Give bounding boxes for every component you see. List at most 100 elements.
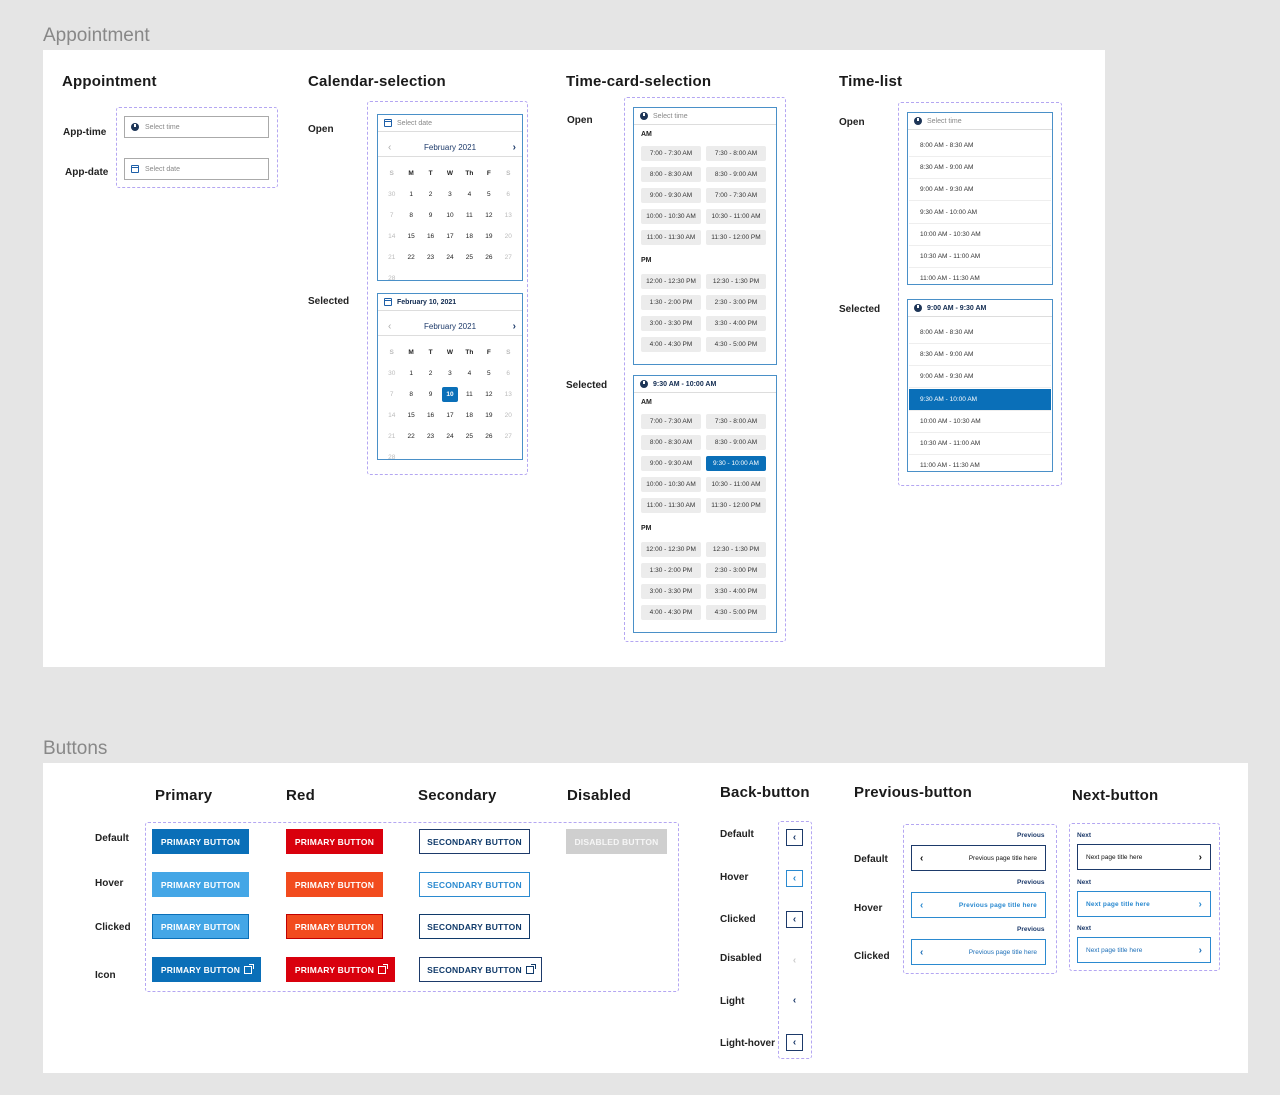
- calendar-day[interactable]: 21: [382, 254, 401, 261]
- calendar-day[interactable]: 7: [382, 391, 401, 398]
- time-slot-chip[interactable]: 11:00 - 11:30 AM: [641, 230, 701, 245]
- back-button-hover[interactable]: ‹: [786, 870, 803, 887]
- calendar-day[interactable]: 24: [440, 433, 459, 440]
- previous-button-clicked[interactable]: ‹ Previous page title here: [911, 939, 1046, 965]
- time-slot-chip[interactable]: 9:00 - 9:30 AM: [641, 456, 701, 471]
- next-month-icon[interactable]: ›: [513, 321, 516, 332]
- calendar-selected-input[interactable]: February 10, 2021: [378, 294, 522, 311]
- time-slot-chip[interactable]: 7:00 - 7:30 AM: [641, 414, 701, 429]
- calendar-day[interactable]: 6: [499, 370, 518, 377]
- secondary-button-default[interactable]: SECONDARY BUTTON: [419, 829, 530, 854]
- time-slot-chip[interactable]: 3:00 - 3:30 PM: [641, 316, 701, 331]
- calendar-open-input[interactable]: Select date: [378, 115, 522, 132]
- time-slot-chip[interactable]: 11:30 - 12:00 PM: [706, 498, 766, 513]
- time-list-item[interactable]: 10:00 AM - 10:30 AM: [909, 224, 1051, 246]
- time-slot-chip[interactable]: 8:00 - 8:30 AM: [641, 435, 701, 450]
- red-button-default[interactable]: PRIMARY BUTTON: [286, 829, 383, 854]
- time-slot-chip[interactable]: 7:00 - 7:30 AM: [706, 188, 766, 203]
- time-list-item[interactable]: 8:00 AM - 8:30 AM: [909, 322, 1051, 344]
- calendar-day[interactable]: 1: [401, 370, 420, 377]
- time-input[interactable]: Select time: [124, 116, 269, 138]
- calendar-day[interactable]: 16: [421, 412, 440, 419]
- calendar-day[interactable]: 3: [440, 191, 459, 198]
- primary-button-default[interactable]: PRIMARY BUTTON: [152, 829, 249, 854]
- calendar-day[interactable]: 30: [382, 191, 401, 198]
- calendar-day[interactable]: 28: [382, 275, 401, 282]
- time-list-item[interactable]: 9:00 AM - 9:30 AM: [909, 179, 1051, 202]
- time-slot-chip[interactable]: 1:30 - 2:00 PM: [641, 563, 701, 578]
- time-slot-chip[interactable]: 9:30 - 10:00 AM: [706, 456, 766, 471]
- time-list-item[interactable]: 9:30 AM - 10:00 AM: [909, 202, 1051, 224]
- time-slot-chip[interactable]: 12:30 - 1:30 PM: [706, 274, 766, 289]
- time-slot-chip[interactable]: 2:30 - 3:00 PM: [706, 563, 766, 578]
- time-list-item[interactable]: 9:00 AM - 9:30 AM: [909, 366, 1051, 389]
- calendar-day[interactable]: 4: [460, 370, 479, 377]
- calendar-day[interactable]: 18: [460, 233, 479, 240]
- previous-button-default[interactable]: ‹ Previous page title here: [911, 845, 1046, 871]
- time-slot-chip[interactable]: 10:30 - 11:00 AM: [706, 477, 766, 492]
- time-list-item[interactable]: 11:00 AM - 11:30 AM: [909, 268, 1051, 284]
- time-slot-chip[interactable]: 2:30 - 3:00 PM: [706, 295, 766, 310]
- calendar-day[interactable]: 20: [499, 233, 518, 240]
- back-button-light[interactable]: ‹: [786, 992, 803, 1009]
- calendar-day[interactable]: 11: [460, 391, 479, 398]
- calendar-day[interactable]: 26: [479, 433, 498, 440]
- calendar-day[interactable]: 5: [479, 191, 498, 198]
- calendar-day[interactable]: 13: [499, 212, 518, 219]
- calendar-day[interactable]: 22: [401, 433, 420, 440]
- secondary-button-hover[interactable]: SECONDARY BUTTON: [419, 872, 530, 897]
- calendar-day[interactable]: 16: [421, 233, 440, 240]
- calendar-day[interactable]: 21: [382, 433, 401, 440]
- calendar-day[interactable]: 17: [440, 233, 459, 240]
- time-slot-chip[interactable]: 12:00 - 12:30 PM: [641, 542, 701, 557]
- time-slot-chip[interactable]: 7:30 - 8:00 AM: [706, 146, 766, 161]
- calendar-day[interactable]: 8: [401, 212, 420, 219]
- calendar-day[interactable]: 30: [382, 370, 401, 377]
- time-card-open-input[interactable]: Select time: [634, 108, 776, 125]
- time-list-item[interactable]: 10:30 AM - 11:00 AM: [909, 433, 1051, 455]
- calendar-day[interactable]: 23: [421, 254, 440, 261]
- calendar-day[interactable]: 12: [479, 391, 498, 398]
- next-button-clicked[interactable]: Next page title here ›: [1077, 937, 1211, 963]
- calendar-day[interactable]: 18: [460, 412, 479, 419]
- back-button-clicked[interactable]: ‹: [786, 911, 803, 928]
- primary-button-clicked[interactable]: PRIMARY BUTTON: [152, 914, 249, 939]
- calendar-day[interactable]: 27: [499, 254, 518, 261]
- calendar-day[interactable]: 13: [499, 391, 518, 398]
- calendar-day[interactable]: 27: [499, 433, 518, 440]
- calendar-day[interactable]: 15: [401, 412, 420, 419]
- calendar-day[interactable]: 26: [479, 254, 498, 261]
- calendar-day[interactable]: 28: [382, 454, 401, 461]
- calendar-day[interactable]: 19: [479, 412, 498, 419]
- time-list-item[interactable]: 8:30 AM - 9:00 AM: [909, 344, 1051, 367]
- time-slot-chip[interactable]: 4:00 - 4:30 PM: [641, 337, 701, 352]
- time-slot-chip[interactable]: 8:30 - 9:00 AM: [706, 167, 766, 182]
- time-list-open-input[interactable]: Select time: [908, 113, 1052, 130]
- primary-button-icon[interactable]: PRIMARY BUTTON: [152, 957, 261, 982]
- time-slot-chip[interactable]: 1:30 - 2:00 PM: [641, 295, 701, 310]
- time-slot-chip[interactable]: 9:00 - 9:30 AM: [641, 188, 701, 203]
- calendar-day[interactable]: 7: [382, 212, 401, 219]
- calendar-day[interactable]: 15: [401, 233, 420, 240]
- calendar-day[interactable]: 14: [382, 233, 401, 240]
- secondary-button-clicked[interactable]: SECONDARY BUTTON: [419, 914, 530, 939]
- date-input[interactable]: Select date: [124, 158, 269, 180]
- time-list-item[interactable]: 11:00 AM - 11:30 AM: [909, 455, 1051, 471]
- calendar-day[interactable]: 22: [401, 254, 420, 261]
- time-slot-chip[interactable]: 4:30 - 5:00 PM: [706, 605, 766, 620]
- next-button-default[interactable]: Next page title here ›: [1077, 844, 1211, 870]
- time-slot-chip[interactable]: 12:30 - 1:30 PM: [706, 542, 766, 557]
- time-slot-chip[interactable]: 3:30 - 4:00 PM: [706, 584, 766, 599]
- time-list-item[interactable]: 9:30 AM - 10:00 AM: [909, 388, 1051, 411]
- calendar-day[interactable]: 12: [479, 212, 498, 219]
- time-slot-chip[interactable]: 11:30 - 12:00 PM: [706, 230, 766, 245]
- calendar-day[interactable]: 10: [440, 387, 459, 402]
- calendar-day[interactable]: 19: [479, 233, 498, 240]
- previous-button-hover[interactable]: ‹ Previous page title here: [911, 892, 1046, 918]
- time-list-item[interactable]: 10:00 AM - 10:30 AM: [909, 411, 1051, 433]
- calendar-day[interactable]: 11: [460, 212, 479, 219]
- time-slot-chip[interactable]: 7:00 - 7:30 AM: [641, 146, 701, 161]
- calendar-day[interactable]: 4: [460, 191, 479, 198]
- back-button-default[interactable]: ‹: [786, 829, 803, 846]
- time-slot-chip[interactable]: 4:30 - 5:00 PM: [706, 337, 766, 352]
